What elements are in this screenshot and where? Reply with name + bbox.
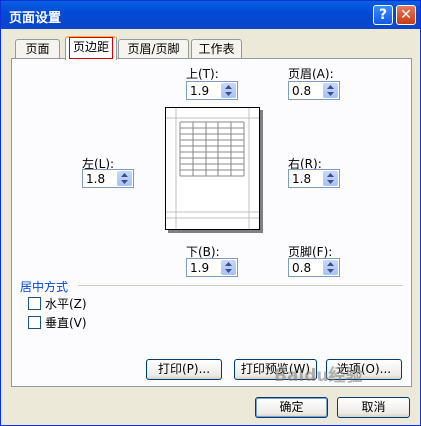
spin-arrows[interactable]	[323, 83, 338, 98]
up-down-arrow-icon	[121, 173, 128, 184]
page-preview	[165, 107, 260, 230]
header-margin-value: 0.8	[292, 84, 312, 98]
title-bar[interactable]: 页面设置 ? ✕	[1, 1, 420, 29]
page-preview-drawing	[166, 108, 259, 229]
up-down-arrow-icon	[225, 85, 232, 96]
close-button[interactable]: ✕	[396, 5, 416, 25]
up-down-arrow-icon	[225, 262, 232, 273]
watermark: Baidu经验	[274, 366, 363, 386]
margins-panel: 上(T): 1.9 页眉(A): 0.8 左(L): 1.8 右(R): 1.8…	[11, 58, 412, 387]
right-margin-spinner[interactable]: 1.8	[288, 169, 340, 188]
page-setup-dialog: 页面设置 ? ✕ 页面 页边距 页眉/页脚 工作表 上(T): 1.9 页眉(A…	[0, 0, 421, 426]
center-on-page-label: 居中方式	[20, 280, 69, 294]
close-icon: ✕	[400, 7, 412, 23]
group-divider	[78, 285, 403, 286]
tab-sheet[interactable]: 工作表	[191, 39, 242, 59]
horizontal-checkbox-label: 水平(Z)	[45, 297, 87, 311]
tab-header-footer[interactable]: 页眉/页脚	[118, 39, 189, 59]
print-button[interactable]: 打印(P)...	[146, 359, 222, 380]
spin-arrows[interactable]	[117, 171, 132, 186]
tab-label: 页眉/页脚	[127, 42, 180, 56]
help-button[interactable]: ?	[373, 5, 393, 25]
horizontal-checkbox[interactable]	[28, 297, 41, 310]
up-down-arrow-icon	[327, 85, 334, 96]
footer-margin-value: 0.8	[292, 261, 312, 275]
header-margin-spinner[interactable]: 0.8	[288, 81, 340, 100]
header-margin-label: 页眉(A):	[288, 67, 334, 81]
vertical-checkbox[interactable]	[28, 316, 41, 329]
footer-margin-spinner[interactable]: 0.8	[288, 258, 340, 277]
ok-button[interactable]: 确定	[255, 397, 328, 418]
tab-label: 页面	[25, 42, 50, 56]
tab-page[interactable]: 页面	[15, 39, 60, 59]
window-title: 页面设置	[9, 11, 62, 26]
top-margin-spinner[interactable]: 1.9	[186, 81, 238, 100]
left-margin-value: 1.8	[86, 172, 106, 186]
spin-arrows[interactable]	[323, 260, 338, 275]
spin-arrows[interactable]	[221, 83, 236, 98]
tab-label: 工作表	[198, 42, 235, 56]
spin-arrows[interactable]	[323, 171, 338, 186]
top-margin-value: 1.9	[190, 84, 210, 98]
up-down-arrow-icon	[327, 173, 334, 184]
left-margin-spinner[interactable]: 1.8	[82, 169, 134, 188]
bottom-margin-spinner[interactable]: 1.9	[186, 258, 238, 277]
question-icon: ?	[378, 7, 388, 23]
vertical-checkbox-label: 垂直(V)	[45, 316, 87, 330]
right-margin-value: 1.8	[292, 172, 312, 186]
highlight-box	[69, 37, 113, 59]
cancel-button[interactable]: 取消	[337, 397, 410, 418]
spin-arrows[interactable]	[221, 260, 236, 275]
top-margin-label: 上(T):	[186, 67, 219, 81]
bottom-margin-value: 1.9	[190, 261, 210, 275]
up-down-arrow-icon	[327, 262, 334, 273]
